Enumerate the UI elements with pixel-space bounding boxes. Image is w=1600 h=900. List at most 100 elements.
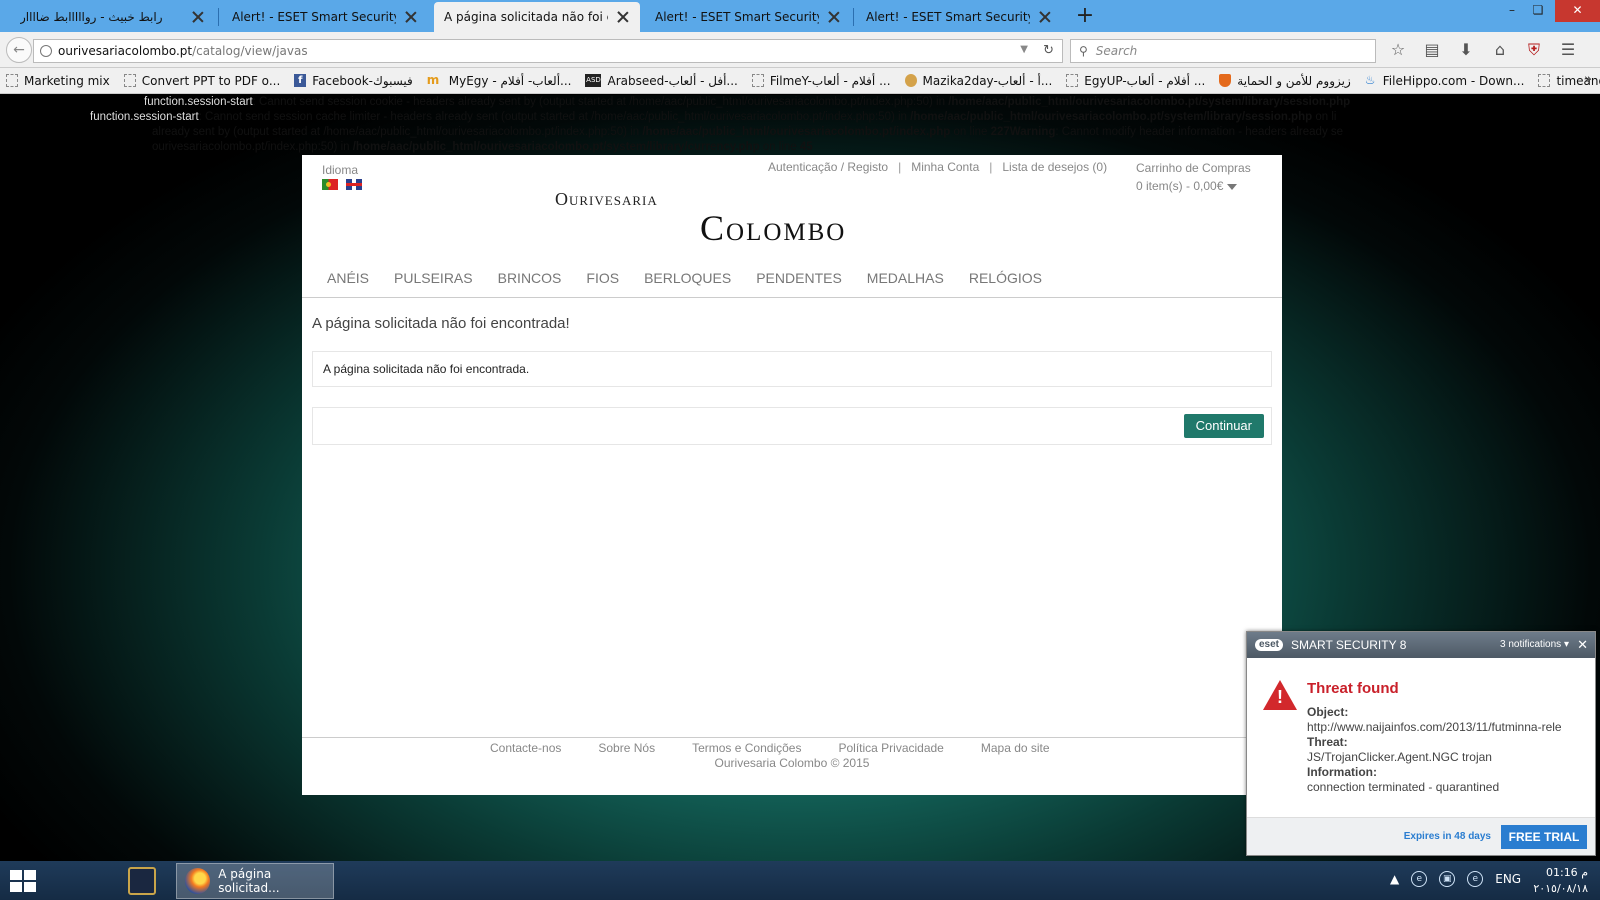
menu-item-brincos[interactable]: BRINCOS [498, 270, 562, 286]
system-clock[interactable]: 01:16 م ٢٠١٥/٠٨/١٨ [1518, 865, 1588, 897]
bookmark-item[interactable]: EgyUP-أفلام - ألعاب ... [1066, 74, 1205, 88]
menu-item-pendentes[interactable]: PENDENTES [756, 270, 842, 286]
menu-item-aneis[interactable]: ANÉIS [327, 270, 369, 286]
navigation-toolbar: ← ourivesariacolombo.pt /catalog/view/ja… [0, 32, 1600, 68]
bookmark-label: Facebook-فيسبوك [312, 73, 413, 88]
logo-title[interactable]: Colombo [700, 207, 846, 249]
menu-item-medalhas[interactable]: MEDALHAS [867, 270, 944, 286]
tab-title: A página solicitada não foi en... [444, 10, 608, 24]
object-label: Object: [1307, 705, 1349, 719]
divider [302, 737, 1282, 738]
tab-1[interactable]: رابط خبيث - روااااابط ضاااار [10, 2, 215, 32]
menu-item-berloques[interactable]: BERLOQUES [644, 270, 731, 286]
taskbar-firefox[interactable]: A página solicitad... [176, 863, 334, 899]
footer-sitemap-link[interactable]: Mapa do site [981, 741, 1050, 755]
page-icon [1066, 74, 1079, 87]
php-error-line: function.session-start: Cannot send sess… [144, 95, 1350, 110]
tab-strip: رابط خبيث - روااااابط ضاااار Alert! - ES… [0, 0, 1600, 32]
eset-threat-notification: eset SMART SECURITY 8 3 notifications ▾ … [1246, 631, 1596, 856]
notifications-dropdown[interactable]: 3 notifications ▾ [1500, 639, 1569, 650]
bookmark-item[interactable]: ♨ FileHippo.com - Down... [1365, 74, 1525, 88]
home-icon[interactable]: ⌂ [1490, 40, 1510, 60]
wishlist-link[interactable]: Lista de desejos (0) [1002, 160, 1107, 174]
page-icon [751, 74, 764, 87]
page-title: A página solicitada não foi encontrada! [312, 315, 570, 332]
footer-contact-link[interactable]: Contacte-nos [490, 741, 561, 755]
error-text: : Cannot modify header information - hea… [1055, 126, 1344, 138]
search-input[interactable]: ⚲ Search [1070, 39, 1376, 63]
footer-terms-link[interactable]: Termos e Condições [692, 741, 801, 755]
close-icon[interactable]: ✕ [1577, 637, 1588, 653]
back-arrow-icon[interactable]: ← [6, 37, 32, 63]
tab-2[interactable]: Alert! - ESET Smart Security [222, 2, 428, 32]
download-icon[interactable]: ⬇ [1456, 40, 1476, 60]
logo-subtitle[interactable]: Ourivesaria [555, 189, 658, 210]
tab-3-active[interactable]: A página solicitada não foi en... [434, 2, 640, 32]
footer-privacy-link[interactable]: Política Privacidade [838, 741, 943, 755]
taskbar-app[interactable] [118, 863, 166, 899]
bookmark-item[interactable]: Marketing mix [6, 74, 110, 88]
threat-title: Threat found [1307, 680, 1399, 697]
tab-divider [218, 8, 219, 26]
myegy-icon: m [426, 73, 440, 87]
system-tray: ▲ e ▣ e ENG [1390, 871, 1521, 887]
close-icon[interactable] [616, 10, 630, 24]
bookmark-item[interactable]: Mazika2day-أ - ألعاب... [904, 74, 1052, 88]
close-icon[interactable] [827, 10, 841, 24]
footer-about-link[interactable]: Sobre Nós [598, 741, 655, 755]
my-account-link[interactable]: Minha Conta [911, 160, 979, 174]
footer-links: Contacte-nos Sobre Nós Termos e Condiçõe… [490, 741, 1050, 755]
bookmark-item[interactable]: ASD Arabseed-أفل - ألعاب... [585, 74, 738, 88]
reading-list-icon[interactable]: ▤ [1422, 40, 1442, 60]
login-register-link[interactable]: Autenticação / Registo [768, 160, 888, 174]
menu-item-relogios[interactable]: RELÓGIOS [969, 270, 1042, 286]
minimize-icon[interactable]: – [1500, 0, 1524, 22]
continue-button[interactable]: Continuar [1183, 414, 1264, 438]
menu-item-fios[interactable]: FIOS [586, 270, 619, 286]
error-path: /home/aac/public_html/ourivesariacolombo… [910, 111, 1313, 123]
network-icon[interactable]: ▣ [1439, 871, 1456, 887]
bookmark-item[interactable]: زيزووم للأمن و الحماية [1219, 74, 1351, 88]
toolbar-icons: ☆ ▤ ⬇ ⌂ ⛨ ☰ [1388, 40, 1578, 60]
globe-icon [40, 45, 52, 57]
ie-icon[interactable]: e [1411, 871, 1428, 887]
error-text: : Cannot send session cookie - headers a… [252, 96, 949, 108]
expires-link[interactable]: Expires in 48 days [1404, 831, 1491, 842]
dropdown-arrow-icon[interactable]: ▼ [1020, 44, 1028, 55]
bookmarks-overflow-icon[interactable]: » [1584, 72, 1592, 87]
threat-value: JS/TrojanClicker.Agent.NGC trojan [1307, 750, 1492, 764]
bookmark-star-icon[interactable]: ☆ [1388, 40, 1408, 60]
php-error-line: ourivesariacolombo.pt/index.php:50) in /… [152, 140, 813, 155]
free-trial-button[interactable]: FREE TRIAL [1501, 825, 1587, 849]
error-text: on line [950, 126, 991, 138]
cart-dropdown[interactable]: 0 item(s) - 0,00€ [1136, 179, 1238, 193]
close-icon[interactable] [191, 10, 205, 24]
error-text: on li [1312, 111, 1337, 123]
bookmark-item[interactable]: f Facebook-فيسبوك [294, 74, 413, 88]
tab-5[interactable]: Alert! - ESET Smart Security [856, 2, 1062, 32]
tray-expand-icon[interactable]: ▲ [1390, 872, 1399, 886]
uk-flag-icon[interactable] [346, 179, 362, 190]
eset-tray-icon[interactable]: e [1467, 871, 1484, 887]
portugal-flag-icon[interactable] [322, 179, 338, 190]
windows-start-icon[interactable] [10, 870, 36, 892]
clock-date: ٢٠١٥/٠٨/١٨ [1533, 882, 1588, 895]
bookmark-item[interactable]: FilmeY-أفلام - ألعاب ... [751, 74, 891, 88]
bookmark-item[interactable]: m MyEgy - ألعاب- أفلام... [427, 74, 572, 88]
close-icon[interactable] [404, 10, 418, 24]
ublock-shield-icon[interactable]: ⛨ [1524, 40, 1544, 60]
page-icon [6, 74, 18, 87]
restore-icon[interactable]: ❏ [1526, 0, 1550, 22]
menu-item-pulseiras[interactable]: PULSEIRAS [394, 270, 473, 286]
reload-icon[interactable]: ↻ [1043, 43, 1054, 58]
window-close-icon[interactable]: ✕ [1555, 0, 1600, 22]
close-icon[interactable] [1038, 10, 1052, 24]
address-bar[interactable]: ourivesariacolombo.pt /catalog/view/java… [33, 39, 1063, 63]
new-tab-icon[interactable]: + [1073, 4, 1097, 28]
tab-4[interactable]: Alert! - ESET Smart Security [645, 2, 851, 32]
product-name: SMART SECURITY 8 [1291, 638, 1407, 652]
bookmark-label: timeanddate.com [1556, 73, 1600, 88]
bookmark-item[interactable]: Convert PPT to PDF o... [123, 74, 280, 88]
taskbar-app[interactable] [56, 863, 104, 899]
hamburger-menu-icon[interactable]: ☰ [1558, 40, 1578, 60]
